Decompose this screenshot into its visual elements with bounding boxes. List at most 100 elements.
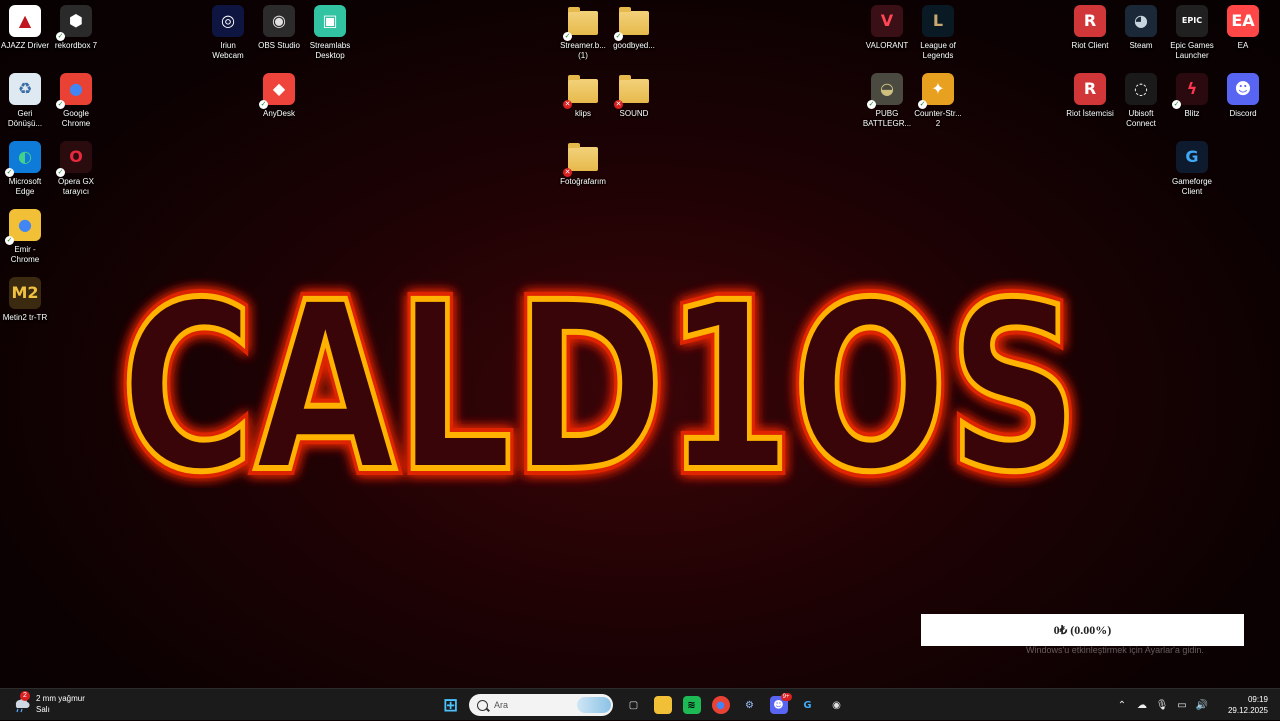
- app-icon: ◉: [263, 5, 295, 37]
- app-glyph: ●: [18, 215, 32, 234]
- app-icon: R: [1074, 5, 1106, 37]
- weather-widget[interactable]: 2 2 mm yağmur Salı: [12, 691, 85, 715]
- desktop-icon[interactable]: ♻ Geri Dönüşü...: [0, 73, 50, 129]
- desktop-icon-label: goodbyed...: [613, 41, 655, 50]
- app-icon: ◒ ✓: [867, 73, 903, 109]
- gameforge-icon: G: [803, 699, 812, 711]
- taskbar-file-explorer-button[interactable]: ▬: [650, 692, 676, 718]
- weather-rain-icon: 2: [12, 691, 30, 713]
- taskbar-chrome-button[interactable]: ●: [708, 692, 734, 718]
- microphone-icon[interactable]: 🎙: [1152, 695, 1172, 715]
- desktop-icon[interactable]: ✓ Streamer.b... (1): [558, 5, 608, 61]
- app-glyph: L: [932, 11, 944, 30]
- app-glyph: ◆: [272, 79, 286, 98]
- desktop-icon[interactable]: EA EA: [1218, 5, 1268, 51]
- desktop-icon[interactable]: ● ✓ Google Chrome: [51, 73, 101, 129]
- taskbar-spotify-button[interactable]: ≋: [679, 692, 705, 718]
- app-glyph: ◕: [1134, 11, 1148, 30]
- folder-shape: [619, 7, 649, 35]
- search-icon: [477, 699, 488, 711]
- desktop-icon[interactable]: R Riot Client: [1065, 5, 1115, 51]
- app-icon: EPIC: [1176, 5, 1208, 37]
- wallpaper-logo-text: CALD1OS: [120, 278, 1080, 488]
- app-glyph: ◉: [272, 11, 286, 30]
- desktop-icon[interactable]: ⬢ ✓ rekordbox 7: [51, 5, 101, 51]
- desktop-icon[interactable]: R Riot İstemcisi: [1065, 73, 1115, 119]
- desktop-icon[interactable]: ▣ Streamlabs Desktop: [305, 5, 355, 61]
- app-icon: ϟ ✓: [1172, 73, 1208, 109]
- desktop-icon[interactable]: ✕ Fotoğrafarım: [558, 141, 608, 187]
- desktop-icon[interactable]: L League of Legends: [913, 5, 963, 61]
- sync-ok-icon: ✓: [918, 100, 927, 109]
- desktop-icon[interactable]: ✕ SOUND: [609, 73, 659, 119]
- app-glyph: V: [880, 11, 894, 30]
- sync-ok-icon: ✓: [5, 168, 14, 177]
- desktop-icon[interactable]: ✓ goodbyed...: [609, 5, 659, 51]
- desktop-icon[interactable]: ◕ Steam: [1116, 5, 1166, 51]
- desktop-icon[interactable]: ◉ OBS Studio: [254, 5, 304, 51]
- obs-icon: ◉: [832, 699, 841, 711]
- sync-ok-icon: ✓: [56, 168, 65, 177]
- desktop-icon[interactable]: ▲ AJAZZ Driver: [0, 5, 50, 51]
- taskbar-app-gear-button[interactable]: ⚙: [737, 692, 763, 718]
- weather-line2: Salı: [36, 705, 50, 714]
- app-glyph: ♻: [17, 79, 33, 98]
- app-icon: ♻: [9, 73, 41, 105]
- speaker-icon[interactable]: 🔊: [1192, 695, 1212, 715]
- desktop-icon-label: Gameforge Client: [1171, 177, 1213, 196]
- desktop-icon[interactable]: M2 Metin2 tr-TR: [0, 277, 50, 323]
- app-icon: O ✓: [56, 141, 92, 177]
- desktop-icon[interactable]: EPIC Epic Games Launcher: [1167, 5, 1217, 61]
- taskbar-search-box[interactable]: Ara: [469, 694, 613, 716]
- desktop-icon[interactable]: ◐ ✓ Microsoft Edge: [0, 141, 50, 197]
- desktop-icon[interactable]: ✦ ✓ Counter-Str... 2: [913, 73, 963, 129]
- weather-line1: 2 mm yağmur: [36, 694, 85, 703]
- desktop-icon-label: League of Legends: [920, 41, 956, 60]
- desktop-icon-label: Discord: [1229, 109, 1257, 118]
- app-glyph: ▣: [322, 11, 338, 30]
- app-glyph: ⬢: [69, 11, 83, 30]
- sync-error-icon: ✕: [563, 168, 572, 177]
- desktop-icon[interactable]: ◆ ✓ AnyDesk: [254, 73, 304, 119]
- desktop-icon[interactable]: ◌ Ubisoft Connect: [1116, 73, 1166, 129]
- balance-widget[interactable]: 0₺ (0.00%): [921, 614, 1244, 646]
- desktop-icon[interactable]: ◒ ✓ PUBG BATTLEGR...: [862, 73, 912, 129]
- desktop-icon[interactable]: G Gameforge Client: [1167, 141, 1217, 197]
- desktop-icon[interactable]: ● ✓ Emir - Chrome: [0, 209, 50, 265]
- app-icon: ✦ ✓: [918, 73, 954, 109]
- app-icon: V: [871, 5, 903, 37]
- app-icon: M2: [9, 277, 41, 309]
- desktop-icon-label: Fotoğrafarım: [560, 177, 606, 186]
- chevron-up-icon[interactable]: ⌃: [1112, 695, 1132, 715]
- folder-icon: ✓: [614, 5, 650, 41]
- app-glyph: EPIC: [1181, 16, 1203, 25]
- folder-shape: [568, 143, 598, 171]
- app-glyph: R: [1083, 11, 1097, 30]
- sync-ok-icon: ✓: [867, 100, 876, 109]
- app-icon: ● ✓: [56, 73, 92, 109]
- taskbar-start-button[interactable]: ⊞: [438, 692, 464, 718]
- sync-ok-icon: ✓: [56, 32, 65, 41]
- taskbar-obs-button[interactable]: ◉: [824, 692, 850, 718]
- taskbar-task-view-button[interactable]: ▢: [621, 692, 647, 718]
- folder-icon: ✕: [563, 73, 599, 109]
- desktop-icon[interactable]: ◎ Iriun Webcam: [203, 5, 253, 61]
- desktop-icon[interactable]: V VALORANT: [862, 5, 912, 51]
- sync-ok-icon: ✓: [1172, 100, 1181, 109]
- sync-ok-icon: ✓: [5, 236, 14, 245]
- taskbar-discord-button[interactable]: ☻ 9+: [766, 692, 792, 718]
- app-glyph: EA: [1231, 11, 1255, 30]
- cloud-icon[interactable]: ☁: [1132, 695, 1152, 715]
- desktop-icon[interactable]: ϟ ✓ Blitz: [1167, 73, 1217, 119]
- clock[interactable]: 09:19 29.12.2025: [1212, 694, 1280, 716]
- desktop-icon-label: AnyDesk: [262, 109, 295, 118]
- desktop-icon-label: Counter-Str... 2: [914, 109, 962, 128]
- display-icon[interactable]: ▭: [1172, 695, 1192, 715]
- taskbar-gameforge-button[interactable]: G: [795, 692, 821, 718]
- start-icon: ⊞: [442, 694, 459, 716]
- desktop-icon[interactable]: ✕ klips: [558, 73, 608, 119]
- desktop-icon[interactable]: ☻ Discord: [1218, 73, 1268, 119]
- desktop-icon[interactable]: O ✓ Opera GX tarayıcı: [51, 141, 101, 197]
- desktop-icon-label: EA: [1237, 41, 1249, 50]
- app-icon: ▲: [9, 5, 41, 37]
